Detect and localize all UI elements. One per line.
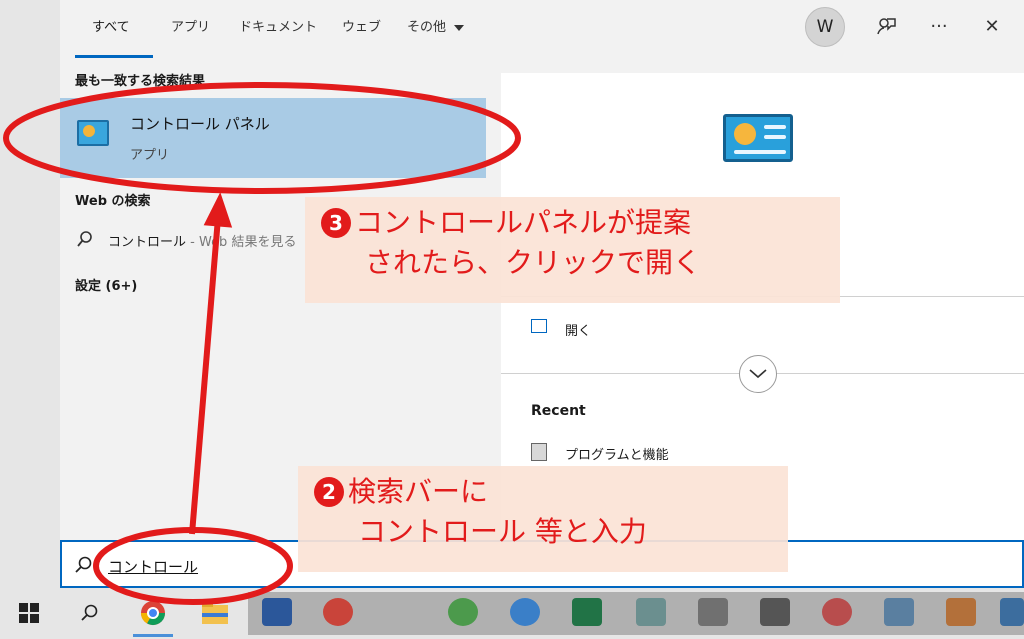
feedback-glyph [877, 18, 896, 35]
powerpoint-icon[interactable] [323, 598, 353, 626]
annotation-callout-step2: 2 検索バーに コントロール 等と入力 [298, 466, 788, 572]
best-match-heading: 最も一致する検索結果 [75, 74, 206, 89]
tab-web[interactable]: ウェブ [342, 16, 381, 35]
more-options-button[interactable]: ··· [925, 12, 953, 40]
callout-step3-text2: されたら、クリックで開く [365, 246, 702, 279]
callout-step2-text1: 検索バーに [348, 475, 489, 508]
windows-start-icon[interactable] [12, 596, 46, 630]
web-search-result[interactable]: コントロール - Web 結果を見る [108, 231, 296, 250]
excel-icon[interactable] [572, 598, 602, 626]
windows-logo [19, 603, 39, 623]
chrome-icon[interactable] [136, 596, 170, 630]
best-match-type: アプリ [130, 148, 170, 163]
calculator-icon[interactable] [698, 598, 728, 626]
search-icon [75, 556, 92, 573]
line-glyph [764, 135, 786, 139]
web-search-query: コントロール [108, 235, 187, 250]
step-number-badge: 3 [321, 208, 351, 238]
recent-item[interactable]: プログラムと機能 [565, 444, 669, 463]
step-number-badge: 2 [314, 477, 344, 507]
active-app-indicator [133, 634, 173, 637]
callout-step3-line1: 3 コントロールパネルが提案 [321, 203, 824, 243]
tab-more-label: その他 [407, 20, 447, 35]
callout-step2-text2: コントロール 等と入力 [358, 515, 647, 548]
line-icon[interactable] [448, 598, 478, 626]
close-button[interactable]: ✕ [978, 12, 1006, 40]
web-search-heading: Web の検索 [75, 194, 151, 209]
chevron-down-icon [454, 24, 465, 31]
tab-apps[interactable]: アプリ [171, 16, 210, 35]
timer-icon[interactable] [760, 598, 790, 626]
photos-icon[interactable] [946, 598, 976, 626]
control-panel-large-icon [723, 114, 793, 162]
programs-features-icon [531, 443, 547, 461]
callout-step2-line1: 2 検索バーに [314, 472, 772, 512]
edge-icon[interactable] [1000, 598, 1024, 626]
zoom-icon[interactable] [510, 598, 540, 626]
search-icon[interactable] [73, 596, 107, 630]
best-match-name: コントロール パネル [130, 115, 270, 133]
start-menu-left-strip [0, 0, 60, 588]
chrome-glyph [141, 601, 165, 626]
best-match-item[interactable] [60, 98, 486, 178]
snipping-icon[interactable] [822, 598, 852, 626]
pie-glyph [734, 123, 756, 145]
whiteboard-icon[interactable] [884, 598, 914, 626]
word-icon[interactable] [262, 598, 292, 626]
callout-step3-text1: コントロールパネルが提案 [355, 206, 692, 239]
line-glyph [764, 125, 786, 129]
user-avatar[interactable]: W [805, 7, 845, 47]
search-query-text[interactable]: コントロール [108, 556, 198, 577]
line-glyph [734, 150, 786, 154]
recent-heading: Recent [531, 403, 586, 419]
web-search-suffix: - Web 結果を見る [186, 235, 297, 250]
open-icon [531, 319, 547, 333]
search-icon [77, 231, 92, 247]
tab-all[interactable]: すべて [92, 16, 130, 35]
tab-documents[interactable]: ドキュメント [239, 16, 317, 35]
file-explorer-icon[interactable] [198, 596, 232, 630]
feedback-icon[interactable] [872, 12, 900, 40]
control-panel-icon [77, 120, 109, 146]
open-action[interactable]: 開く [565, 320, 591, 339]
tab-more[interactable]: その他 [407, 16, 465, 35]
annotation-callout-step3: 3 コントロールパネルが提案 されたら、クリックで開く [305, 197, 840, 303]
chevron-down-icon [749, 369, 767, 379]
folder-glyph [202, 602, 228, 624]
notepad-icon[interactable] [636, 598, 666, 626]
settings-heading[interactable]: 設定 (6+) [75, 275, 137, 294]
search-glyph [81, 604, 98, 621]
expand-button[interactable] [739, 355, 777, 393]
